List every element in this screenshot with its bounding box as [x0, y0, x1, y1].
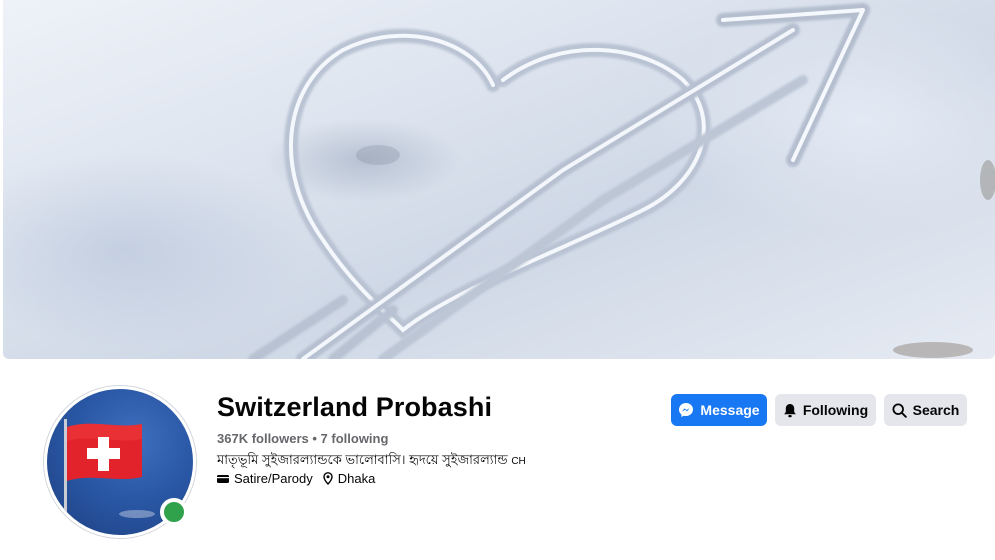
page-name: Switzerland Probashi: [217, 392, 493, 422]
category-label[interactable]: Satire/Parody: [234, 471, 313, 486]
online-status-dot: [160, 498, 188, 526]
bio-country-code: CH: [511, 456, 526, 467]
cover-photo[interactable]: [3, 0, 995, 359]
follow-stats: 367K followers • 7 following: [217, 431, 388, 446]
category-item: Satire/Parody: [217, 471, 313, 486]
message-button-label: Message: [700, 402, 760, 418]
following-button[interactable]: Following: [775, 394, 876, 426]
search-icon: [892, 402, 907, 418]
messenger-icon: [679, 403, 694, 417]
page-meta: Satire/Parody Dhaka: [217, 471, 385, 486]
search-button[interactable]: Search: [884, 394, 967, 426]
tag-icon: [217, 474, 229, 483]
following-button-label: Following: [802, 402, 869, 418]
page-bio: মাতৃভূমি সুইজারল্যান্ডকে ভালোবাসি। হৃদয়…: [217, 451, 526, 472]
stats-separator: •: [308, 431, 321, 446]
following-count[interactable]: 7 following: [321, 431, 389, 446]
bio-text: মাতৃভূমি সুইজারল্যান্ডকে ভালোবাসি। হৃদয়…: [217, 452, 508, 467]
snow-heart-drawing: [248, 3, 995, 359]
location-label[interactable]: Dhaka: [338, 471, 376, 486]
location-item: Dhaka: [323, 471, 376, 486]
search-button-label: Search: [912, 402, 960, 418]
pin-icon: [323, 472, 333, 485]
bell-icon: [784, 403, 796, 417]
followers-count[interactable]: 367K followers: [217, 431, 309, 446]
message-button[interactable]: Message: [671, 394, 767, 426]
